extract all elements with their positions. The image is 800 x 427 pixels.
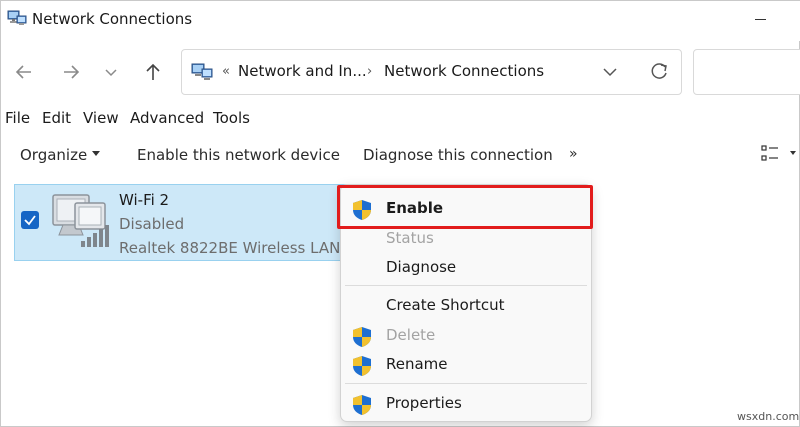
item-checkbox[interactable]: [21, 211, 39, 229]
menu-label-status: Status: [386, 229, 434, 247]
organize-caret-icon: [92, 151, 101, 156]
menu-item-status: Status: [341, 225, 591, 253]
back-arrow-icon[interactable]: [11, 59, 37, 85]
control-panel-icon: [191, 63, 213, 80]
minimize-button[interactable]: [751, 13, 771, 27]
menu-file[interactable]: File: [5, 109, 30, 127]
uac-shield-icon: [353, 356, 371, 376]
recent-locations-chevron-icon[interactable]: [98, 59, 124, 85]
menu-label-properties: Properties: [386, 394, 462, 412]
organize-button[interactable]: Organize: [20, 146, 101, 164]
enable-highlight-box: [337, 185, 593, 229]
uac-shield-icon: [353, 395, 371, 415]
forward-arrow-icon[interactable]: [58, 59, 84, 85]
menu-separator: [345, 285, 587, 286]
connection-device: Realtek 8822BE Wireless LAN ...: [119, 239, 360, 257]
menu-item-create-shortcut[interactable]: Create Shortcut: [341, 292, 591, 320]
breadcrumb-network-connections[interactable]: Network Connections: [384, 62, 544, 80]
menu-item-properties[interactable]: Properties: [341, 390, 591, 418]
title-bar: Network Connections: [1, 1, 800, 41]
up-arrow-icon[interactable]: [140, 59, 166, 85]
address-bar[interactable]: « Network and In... › Network Connection…: [181, 49, 682, 95]
menu-advanced[interactable]: Advanced: [130, 109, 204, 127]
uac-shield-icon: [353, 327, 371, 347]
window-title: Network Connections: [32, 10, 193, 28]
menu-edit[interactable]: Edit: [42, 109, 71, 127]
refresh-icon[interactable]: [648, 61, 670, 87]
address-overflow[interactable]: «: [222, 64, 230, 79]
change-view-icon[interactable]: [761, 144, 781, 168]
watermark: wsxdn.com: [737, 410, 800, 423]
menu-separator: [345, 383, 587, 384]
address-dropdown-chevron-icon[interactable]: [600, 62, 620, 86]
menu-tools[interactable]: Tools: [213, 109, 250, 127]
view-options-caret-icon[interactable]: [790, 151, 796, 155]
connection-item-wifi-2[interactable]: Wi-Fi 2 Disabled Realtek 8822BE Wireless…: [14, 184, 359, 261]
menu-item-rename[interactable]: Rename: [341, 351, 591, 379]
menu-item-diagnose[interactable]: Diagnose: [341, 254, 591, 282]
network-connections-app-icon: [7, 10, 27, 25]
enable-network-device-button[interactable]: Enable this network device: [137, 146, 340, 164]
breadcrumb-separator: ›: [367, 64, 373, 79]
menu-view[interactable]: View: [83, 109, 119, 127]
menu-bar: File Edit View Advanced Tools: [1, 109, 281, 131]
connection-name: Wi-Fi 2: [119, 191, 170, 209]
more-commands-button[interactable]: »: [569, 146, 578, 162]
menu-label-create-shortcut: Create Shortcut: [386, 296, 505, 314]
connection-status: Disabled: [119, 215, 185, 233]
menu-item-delete: Delete: [341, 322, 591, 350]
search-input[interactable]: [693, 49, 800, 95]
breadcrumb-network-and-internet[interactable]: Network and In...: [238, 62, 367, 80]
wireless-adapter-icon: [52, 194, 109, 247]
menu-label-rename: Rename: [386, 355, 448, 373]
diagnose-connection-button[interactable]: Diagnose this connection: [363, 146, 553, 164]
menu-label-delete: Delete: [386, 326, 436, 344]
organize-label: Organize: [20, 146, 88, 164]
menu-label-diagnose: Diagnose: [386, 258, 457, 276]
